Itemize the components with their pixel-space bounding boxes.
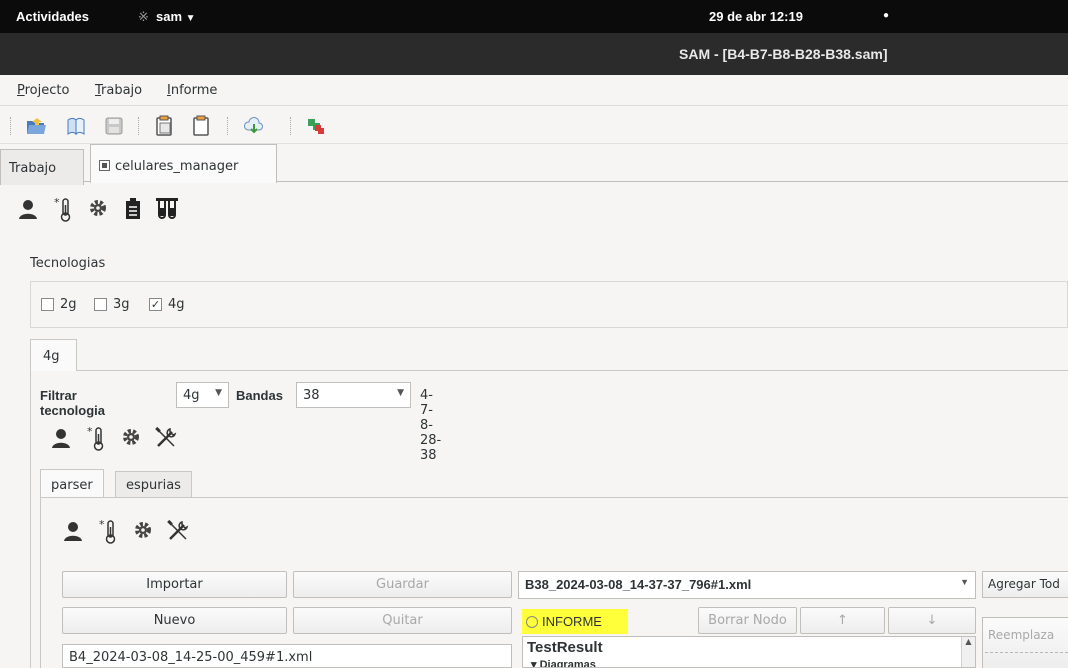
clipboard-icon[interactable] bbox=[190, 115, 212, 137]
move-up-button[interactable]: ↑ bbox=[800, 607, 885, 634]
user-icon[interactable] bbox=[62, 519, 84, 543]
informe-status: INFORME bbox=[522, 609, 628, 634]
parser-icon-row: * bbox=[62, 519, 222, 547]
activities-button[interactable]: Actividades bbox=[16, 9, 89, 24]
tree-scrollbar[interactable]: ▲ bbox=[961, 637, 975, 667]
user-icon[interactable] bbox=[17, 197, 39, 221]
toolbar-separator bbox=[10, 117, 12, 135]
tab-4g[interactable]: 4g bbox=[30, 339, 77, 371]
divider bbox=[985, 652, 1068, 653]
quitar-button[interactable]: Quitar bbox=[293, 607, 512, 634]
app-menu-label: sam bbox=[156, 9, 183, 24]
tecnologias-label: Tecnologias bbox=[30, 256, 106, 271]
gear-icon[interactable] bbox=[132, 519, 154, 541]
agregar-todo-button[interactable]: Agregar Tod bbox=[982, 571, 1068, 598]
user-icon[interactable] bbox=[50, 426, 72, 450]
menu-bar: Projecto Trabajo Informe bbox=[0, 75, 1068, 106]
thermometer-icon[interactable]: * bbox=[99, 519, 119, 545]
book-icon[interactable] bbox=[65, 115, 87, 137]
app-icon: ※ bbox=[138, 9, 149, 24]
checkbox-2g[interactable]: 2g bbox=[41, 297, 77, 312]
chevron-down-icon: ▼ bbox=[215, 388, 222, 398]
main-toolbar bbox=[0, 106, 1068, 144]
gear-icon[interactable] bbox=[87, 197, 109, 219]
test-tubes-icon[interactable] bbox=[154, 197, 180, 221]
window-title: SAM - [B4-B7-B8-B28-B38.sam] bbox=[679, 46, 888, 62]
bands-summary: 4-7-8-28-38 bbox=[420, 388, 442, 463]
guardar-button[interactable]: Guardar bbox=[293, 571, 512, 598]
chevron-down-icon: ▼ bbox=[960, 577, 969, 587]
tab-espurias[interactable]: espurias bbox=[115, 471, 192, 499]
tools-icon[interactable] bbox=[166, 519, 192, 543]
menu-informe[interactable]: Informe bbox=[167, 83, 217, 98]
checkbox-box bbox=[94, 298, 107, 311]
thermometer-icon[interactable]: * bbox=[54, 197, 74, 223]
system-top-bar: Actividades ※ sam ▼ 29 de abr 12:19 ● bbox=[0, 0, 1068, 33]
svg-text:*: * bbox=[99, 519, 105, 531]
file-list[interactable]: B4_2024-03-08_14-25-00_459#1.xml bbox=[62, 644, 512, 668]
open-folder-icon[interactable] bbox=[25, 115, 47, 137]
save-icon[interactable] bbox=[103, 115, 125, 137]
thermometer-icon[interactable]: * bbox=[87, 426, 107, 452]
filtrar-tecnologia-label: Filtrar tecnologia bbox=[40, 388, 106, 418]
bandas-combo[interactable]: 38 ▼ bbox=[296, 382, 411, 408]
cloud-download-icon[interactable] bbox=[243, 115, 265, 137]
app-menu-button[interactable]: sam ▼ bbox=[156, 9, 196, 24]
manager-icon-row: * bbox=[17, 197, 217, 225]
clock[interactable]: 29 de abr 12:19 bbox=[709, 9, 803, 24]
reemplazar-button[interactable]: Reemplaza bbox=[982, 617, 1068, 668]
tech-icon-row: * bbox=[50, 426, 210, 454]
tech-combo[interactable]: 4g ▼ bbox=[176, 382, 229, 408]
nuevo-button[interactable]: Nuevo bbox=[62, 607, 287, 634]
puzzle-icon[interactable] bbox=[305, 115, 327, 137]
toolbar-separator bbox=[290, 117, 292, 135]
toolbar-separator bbox=[138, 117, 140, 135]
xml-file-combo[interactable]: B38_2024-03-08_14-37-37_796#1.xml ▼ bbox=[518, 571, 976, 599]
tree-root-node[interactable]: TestResult bbox=[527, 639, 603, 656]
svg-text:*: * bbox=[54, 197, 60, 209]
gear-icon[interactable] bbox=[120, 426, 142, 448]
tecnologias-group: 2g 3g ✓ 4g bbox=[30, 281, 1068, 328]
window-icon bbox=[99, 160, 110, 171]
chevron-down-icon: ▼ bbox=[185, 13, 196, 24]
notification-dot-icon: ● bbox=[883, 10, 890, 21]
xml-tree-view[interactable]: TestResult ▾ Diagramas ▲ bbox=[522, 636, 976, 668]
status-circle-icon bbox=[526, 616, 538, 628]
tools-icon[interactable] bbox=[154, 426, 180, 450]
importar-button[interactable]: Importar bbox=[62, 571, 287, 598]
window-titlebar: SAM - [B4-B7-B8-B28-B38.sam] bbox=[0, 33, 1068, 75]
move-down-button[interactable]: ↓ bbox=[888, 607, 976, 634]
checkbox-4g[interactable]: ✓ 4g bbox=[149, 297, 185, 312]
tree-child-node[interactable]: ▾ Diagramas bbox=[531, 658, 596, 667]
svg-text:*: * bbox=[87, 426, 93, 438]
clipboard-list-icon[interactable] bbox=[123, 197, 143, 221]
list-item[interactable]: B4_2024-03-08_14-25-00_459#1.xml bbox=[69, 650, 312, 665]
bandas-label: Bandas bbox=[236, 388, 283, 403]
scroll-up-icon[interactable]: ▲ bbox=[965, 637, 971, 646]
checkbox-box bbox=[41, 298, 54, 311]
paste-icon[interactable] bbox=[153, 115, 175, 137]
document-tabs: Trabajo celulares_manager bbox=[0, 144, 1068, 185]
tab-celulares-manager[interactable]: celulares_manager bbox=[90, 144, 277, 183]
toolbar-separator bbox=[227, 117, 229, 135]
menu-projecto[interactable]: Projecto bbox=[17, 83, 69, 98]
borrar-nodo-button[interactable]: Borrar Nodo bbox=[698, 607, 797, 634]
checkbox-3g[interactable]: 3g bbox=[94, 297, 130, 312]
chevron-down-icon: ▼ bbox=[397, 388, 404, 398]
tab-trabajo[interactable]: Trabajo bbox=[0, 149, 84, 185]
menu-trabajo[interactable]: Trabajo bbox=[95, 83, 142, 98]
checkmark-icon: ✓ bbox=[149, 298, 162, 311]
